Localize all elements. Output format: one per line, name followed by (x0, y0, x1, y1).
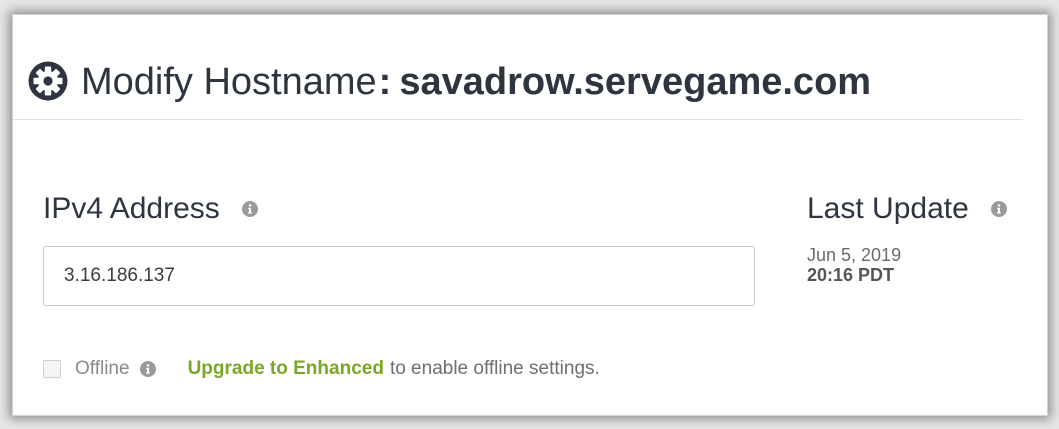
upgrade-to-enhanced-link[interactable]: Upgrade to Enhanced (188, 358, 384, 380)
page-title-separator: : (378, 61, 392, 103)
info-icon[interactable] (991, 201, 1008, 218)
ipv4-address-label: IPv4 Address (43, 191, 259, 227)
gear-icon (28, 61, 68, 101)
modify-hostname-panel: Modify Hostname: savadrow.servegame.com I… (12, 14, 1048, 416)
last-update-label: Last Update (807, 191, 1008, 227)
upgrade-description: to enable offline settings. (389, 358, 600, 379)
last-update-date: Jun 5, 2019 (807, 245, 902, 265)
ipv4-address-label-text: IPv4 Address (43, 192, 220, 225)
last-update-label-text: Last Update (807, 192, 969, 225)
offline-row: Offline Upgrade to Enhanced to enable of… (43, 356, 600, 382)
last-update-time: 20:16 PDT (807, 265, 895, 285)
offline-label: Offline (75, 358, 130, 379)
hostname-value: savadrow.servegame.com (399, 61, 872, 103)
info-icon[interactable] (242, 201, 259, 218)
info-icon[interactable] (139, 361, 156, 377)
page-title-label: Modify Hostname (81, 61, 377, 103)
offline-checkbox[interactable] (43, 360, 61, 378)
page-title: Modify Hostname: savadrow.servegame.com (81, 59, 871, 105)
ipv4-address-input[interactable] (43, 246, 755, 306)
panel-header: Modify Hostname: savadrow.servegame.com (13, 15, 1023, 120)
